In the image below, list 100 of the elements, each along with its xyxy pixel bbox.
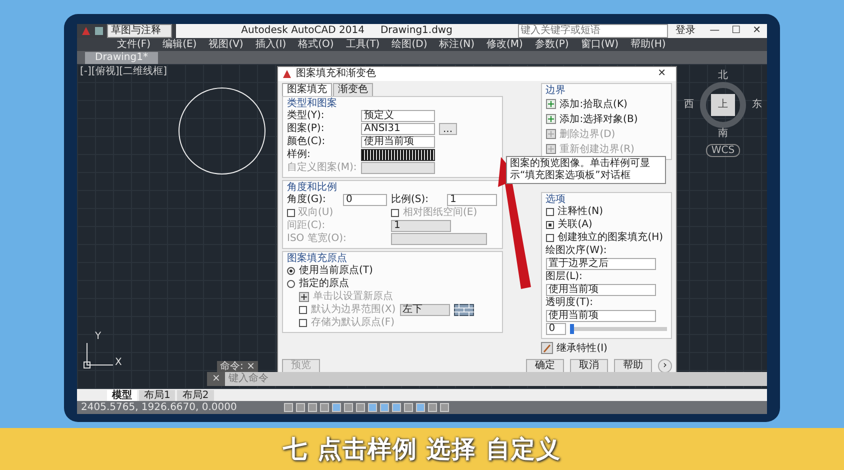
scale-dropdown[interactable]: 1 bbox=[447, 194, 497, 206]
viewport-label[interactable]: [-][俯视][二维线框] bbox=[80, 66, 168, 78]
plus-icon bbox=[546, 129, 556, 139]
checkbox-label: 存储为默认原点(F) bbox=[311, 317, 395, 329]
field-label: 比例(S): bbox=[391, 194, 430, 206]
menu-item[interactable]: 参数(P) bbox=[534, 38, 569, 50]
transparency-dropdown[interactable]: 使用当前项 bbox=[546, 310, 656, 322]
group-title: 边界 bbox=[546, 85, 567, 96]
window-control[interactable]: ☐ bbox=[726, 25, 747, 37]
plus-icon bbox=[546, 99, 556, 109]
spacing-input[interactable]: 1 bbox=[391, 220, 451, 232]
caption-text: 七 点击样例 选择 自定义 bbox=[282, 434, 562, 464]
radio-button[interactable] bbox=[287, 280, 295, 288]
plus-icon bbox=[546, 144, 556, 154]
dialog-button[interactable]: 帮助 bbox=[614, 359, 652, 373]
radio-label: 指定的原点 bbox=[299, 278, 349, 290]
field-label: 图层(L): bbox=[546, 271, 584, 283]
command-input[interactable]: 键入命令 bbox=[225, 372, 767, 386]
group-title: 类型和图案 bbox=[287, 98, 338, 109]
plus-icon bbox=[546, 114, 556, 124]
layout-tab[interactable]: 模型 bbox=[107, 390, 137, 402]
checkbox[interactable] bbox=[287, 209, 295, 217]
checkbox-label: 关联(A) bbox=[558, 219, 592, 231]
command-title: 命令: × bbox=[217, 361, 258, 372]
angle-dropdown[interactable]: 0 bbox=[343, 194, 387, 206]
layout-tab[interactable]: 布局1 bbox=[139, 390, 176, 402]
menu-item[interactable]: 文件(F) bbox=[117, 38, 151, 50]
pattern-dropdown[interactable]: ANSI31 bbox=[361, 123, 435, 135]
dialog-tab[interactable]: 图案填充 bbox=[282, 83, 332, 96]
checkbox-label: 相对图纸空间(E) bbox=[403, 207, 478, 219]
close-button[interactable]: ✕ bbox=[652, 68, 672, 80]
checkbox-label: 创建独立的图案填充(H) bbox=[558, 232, 664, 244]
checkbox[interactable] bbox=[299, 306, 307, 314]
field-label: ISO 笔宽(O): bbox=[287, 233, 348, 245]
iso-dropdown[interactable] bbox=[391, 233, 487, 245]
file-name: Drawing1.dwg bbox=[380, 25, 452, 37]
checkbox[interactable] bbox=[546, 208, 554, 216]
field-label: 间距(C): bbox=[287, 220, 326, 232]
checkbox-label: 注释性(N) bbox=[558, 206, 603, 218]
field-label: 自定义图案(M): bbox=[287, 162, 357, 174]
radio-label: 使用当前原点(T) bbox=[299, 265, 373, 277]
menu-item[interactable]: 视图(V) bbox=[208, 38, 244, 50]
color-dropdown[interactable]: 使用当前项 bbox=[361, 136, 435, 148]
menu-item[interactable]: 绘图(D) bbox=[392, 38, 428, 50]
dialog-button[interactable]: 确定 bbox=[526, 359, 564, 373]
expand-button[interactable]: › bbox=[658, 359, 672, 373]
layout-tab[interactable]: 布局2 bbox=[177, 390, 214, 402]
app-logo-icon bbox=[81, 26, 91, 36]
menu-item[interactable]: 标注(N) bbox=[439, 38, 475, 50]
brush-icon bbox=[540, 342, 553, 354]
draw-order-dropdown[interactable]: 置于边界之后 bbox=[546, 258, 656, 270]
menu-item[interactable]: 编辑(E) bbox=[162, 38, 197, 50]
checkbox-label: 双向(U) bbox=[298, 207, 334, 219]
slider-thumb[interactable] bbox=[570, 324, 574, 334]
field-label: 绘图次序(W): bbox=[546, 245, 608, 257]
boundary-action[interactable]: 添加:拾取点(K) bbox=[546, 97, 667, 111]
field-label: 样例: bbox=[287, 149, 312, 161]
checkbox[interactable] bbox=[546, 221, 554, 229]
window-control[interactable]: — bbox=[704, 25, 726, 37]
group-title: 角度和比例 bbox=[287, 182, 338, 193]
dialog-title: 图案填充和渐变色 bbox=[296, 68, 377, 80]
app-title: Autodesk AutoCAD 2014 bbox=[241, 25, 364, 37]
menu-item[interactable]: 工具(T) bbox=[346, 38, 380, 50]
menu-item[interactable]: 修改(M) bbox=[486, 38, 523, 50]
menu-item[interactable]: 窗口(W) bbox=[580, 38, 619, 50]
checkbox-label: 默认为边界范围(X) bbox=[311, 304, 396, 316]
field-label: 图案(P): bbox=[287, 123, 326, 135]
group-title: 选项 bbox=[546, 194, 567, 205]
type-dropdown[interactable]: 预定义 bbox=[361, 110, 435, 122]
field-label: 类型(Y): bbox=[287, 110, 326, 122]
boundary-action[interactable]: 添加:选择对象(B) bbox=[546, 112, 667, 126]
browse-button[interactable]: ... bbox=[439, 123, 457, 135]
menu-item[interactable]: 插入(I) bbox=[255, 38, 286, 50]
radio-button[interactable] bbox=[287, 267, 295, 275]
window-control[interactable]: ✕ bbox=[746, 25, 767, 37]
position-dropdown[interactable]: 左下 bbox=[400, 304, 450, 316]
dialog-tab[interactable]: 渐变色 bbox=[333, 83, 373, 96]
transparency-slider[interactable] bbox=[570, 327, 667, 331]
tooltip: 图案的预览图像。单击样例可显示“填充图案选项板”对话框 bbox=[506, 156, 666, 184]
layer-dropdown[interactable]: 使用当前项 bbox=[546, 284, 656, 296]
pattern-sample[interactable] bbox=[361, 149, 435, 161]
app-logo-icon bbox=[282, 69, 292, 79]
crosshair-icon bbox=[299, 292, 309, 302]
transparency-input[interactable]: 0 bbox=[546, 323, 566, 335]
workspace-dropdown[interactable]: 草图与注释 bbox=[107, 24, 172, 38]
field-label: 角度(G): bbox=[287, 194, 327, 206]
menu-item[interactable]: 帮助(H) bbox=[630, 38, 666, 50]
field-label: 颜色(C): bbox=[287, 136, 326, 148]
checkbox[interactable] bbox=[299, 319, 307, 327]
menu-item[interactable]: 格式(O) bbox=[298, 38, 334, 50]
sign-in-link[interactable]: 登录 bbox=[676, 25, 696, 37]
inherit-properties-button[interactable]: 继承特性(I) bbox=[540, 341, 672, 355]
group-title: 图案填充原点 bbox=[287, 253, 348, 264]
checkbox[interactable] bbox=[546, 234, 554, 242]
checkbox[interactable] bbox=[391, 209, 399, 217]
command-close-button[interactable]: × bbox=[207, 372, 226, 386]
field-label: 透明度(T): bbox=[546, 297, 594, 309]
dialog-button[interactable]: 取消 bbox=[570, 359, 608, 373]
coordinates: 2405.5765, 1926.6670, 0.0000 bbox=[81, 402, 238, 414]
brick-pattern-icon bbox=[454, 304, 474, 316]
